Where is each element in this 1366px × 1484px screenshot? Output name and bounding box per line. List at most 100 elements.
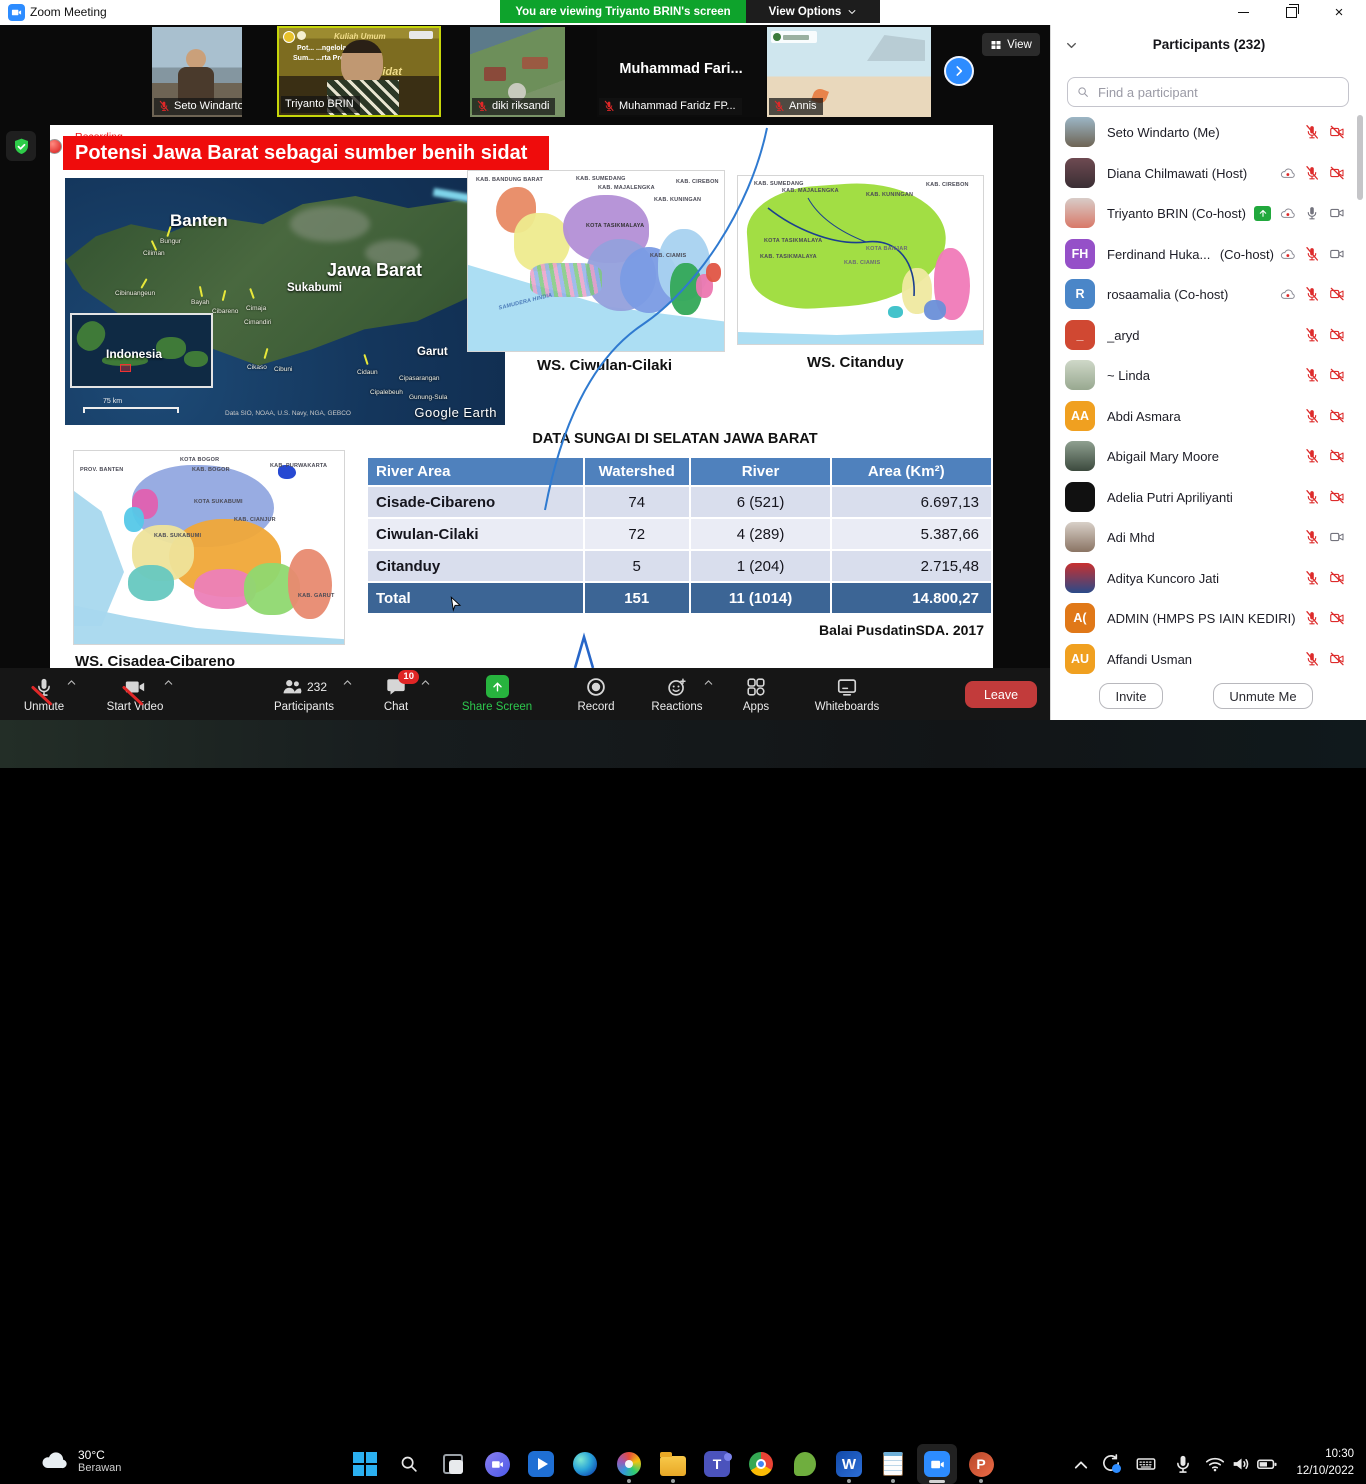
taskbar-icon-zoom-chat[interactable]: [477, 1444, 517, 1484]
search-input[interactable]: [1096, 84, 1340, 101]
tray-battery-icon[interactable]: [1256, 1453, 1278, 1475]
window-title: Zoom Meeting: [30, 5, 107, 19]
participant-row[interactable]: Adi Mhd: [1051, 517, 1359, 557]
taskbar-icon-chrome[interactable]: [741, 1444, 781, 1484]
search-box[interactable]: [1067, 77, 1349, 107]
tray-keyboard-icon[interactable]: [1135, 1453, 1157, 1475]
tray-chevron-up-icon[interactable]: [1072, 1456, 1090, 1474]
invite-button[interactable]: Invite: [1099, 683, 1163, 709]
video-off-icon: [1329, 124, 1345, 140]
taskbar-icon-zoom-active[interactable]: [917, 1444, 957, 1484]
minimize-button[interactable]: [1223, 3, 1263, 22]
record-button[interactable]: Record: [552, 668, 640, 720]
taskbar-icon-powerpoint[interactable]: P: [961, 1444, 1001, 1484]
taskbar-icon-edge[interactable]: [565, 1444, 605, 1484]
ws1-caption: WS. Ciwulan-Cilaki: [537, 357, 672, 374]
close-button[interactable]: ×: [1319, 3, 1359, 22]
camera-off-icon: [124, 676, 146, 698]
taskbar-icon-teams[interactable]: T: [697, 1444, 737, 1484]
taskbar-icon-word[interactable]: W: [829, 1444, 869, 1484]
participant-row[interactable]: A( ADMIN (HMPS PS IAIN KEDIRI): [1051, 598, 1359, 638]
tile-name-label: Muhammad Faridz FP...: [599, 98, 742, 115]
share-screen-button[interactable]: Share Screen: [451, 668, 543, 720]
view-options-button[interactable]: View Options: [746, 0, 880, 23]
tray-wifi-icon[interactable]: [1204, 1453, 1226, 1475]
map-label: KAB. MAJALENGKA: [782, 188, 839, 194]
restore-button[interactable]: [1271, 3, 1311, 22]
avatar: AA: [1065, 401, 1095, 431]
participant-row[interactable]: AU Affandi Usman: [1051, 639, 1359, 679]
river-label: Bungur: [160, 238, 181, 245]
chevron-up-icon[interactable]: [163, 677, 174, 688]
view-layout-button[interactable]: View: [982, 33, 1040, 56]
view-label: View: [1007, 39, 1032, 51]
participants-button[interactable]: 232 Participants: [248, 668, 360, 720]
river-data-table: River Area Watershed River Area (Km²) Ci…: [366, 456, 993, 615]
tray-microphone-icon[interactable]: [1172, 1453, 1194, 1475]
participant-row[interactable]: ~ Linda: [1051, 355, 1359, 395]
taskbar-icon-coreldraw[interactable]: [785, 1444, 825, 1484]
avatar: [1065, 158, 1095, 188]
clock[interactable]: 10:30 12/10/2022: [1296, 1446, 1354, 1481]
map-label: Indonesia: [106, 347, 162, 361]
video-tile-muhammad[interactable]: Muhammad Fari... Muhammad Faridz FP...: [597, 27, 765, 117]
participant-row[interactable]: Abigail Mary Moore: [1051, 436, 1359, 476]
map-label: KAB. SUMEDANG: [754, 181, 804, 187]
participant-row[interactable]: AA Abdi Asmara: [1051, 396, 1359, 436]
taskbar-icon-search[interactable]: [389, 1444, 429, 1484]
table-row: Citanduy 5 1 (204) 2.715,48: [368, 551, 991, 581]
participant-row[interactable]: Seto Windarto (Me): [1051, 112, 1359, 152]
mic-muted-icon: [1304, 651, 1320, 667]
unmute-button[interactable]: Unmute: [0, 668, 88, 720]
video-tile-seto[interactable]: Seto Windarto: [152, 27, 242, 117]
participant-row[interactable]: Triyanto BRIN (Co-host): [1051, 193, 1359, 233]
whiteboards-button[interactable]: Whiteboards: [801, 668, 893, 720]
mic-muted-icon: [603, 100, 615, 112]
map-label: Sukabumi: [287, 282, 342, 294]
taskbar-icon-windows-start[interactable]: [345, 1444, 385, 1484]
taskbar-icon-task-view[interactable]: [433, 1444, 473, 1484]
taskbar-icon-notepad[interactable]: [873, 1444, 913, 1484]
participant-row[interactable]: Aditya Kuncoro Jati: [1051, 558, 1359, 598]
scrollbar[interactable]: [1357, 115, 1363, 200]
next-videos-button[interactable]: [944, 56, 974, 86]
apps-button[interactable]: Apps: [712, 668, 800, 720]
participant-row[interactable]: Diana Chilmawati (Host): [1051, 153, 1359, 193]
col-header: River Area: [368, 458, 583, 485]
leave-button[interactable]: Leave: [965, 681, 1037, 708]
building: [522, 57, 548, 69]
participant-row[interactable]: FH Ferdinand Huka... (Co-host): [1051, 234, 1359, 274]
video-tile-diki[interactable]: diki riksandi: [470, 27, 565, 117]
avatar: [1065, 441, 1095, 471]
video-off-icon: [1329, 408, 1345, 424]
video-on-icon: [1329, 246, 1345, 262]
participants-panel: Participants (232) Seto Windarto (Me) Di…: [1050, 25, 1366, 720]
chat-button[interactable]: 10 Chat: [352, 668, 440, 720]
river-label: Cimandiri: [244, 319, 271, 326]
video-off-icon: [1329, 448, 1345, 464]
participant-row[interactable]: R rosaamalia (Co-host): [1051, 274, 1359, 314]
taskbar-icon-movies-tv[interactable]: [521, 1444, 561, 1484]
video-tile-annis[interactable]: Annis: [767, 27, 931, 117]
map-label: KAB. BANDUNG BARAT: [476, 177, 543, 183]
participant-row[interactable]: Adelia Putri Apriliyanti: [1051, 477, 1359, 517]
security-shield-icon[interactable]: [6, 131, 36, 161]
video-off-icon: [1329, 327, 1345, 343]
video-off-icon: [1329, 286, 1345, 302]
chevron-up-icon[interactable]: [420, 677, 431, 688]
taskbar-icon-paint[interactable]: [609, 1444, 649, 1484]
recording-dot: [50, 139, 62, 154]
tray-sync-icon[interactable]: [1100, 1452, 1124, 1476]
window-titlebar: Zoom Meeting You are viewing Triyanto BR…: [0, 0, 1366, 25]
participant-row[interactable]: _ _aryd: [1051, 315, 1359, 355]
reactions-button[interactable]: Reactions: [633, 668, 721, 720]
tray-volume-icon[interactable]: [1230, 1453, 1252, 1475]
unmute-me-button[interactable]: Unmute Me: [1213, 683, 1313, 709]
mic-muted-icon: [158, 100, 170, 112]
start-video-button[interactable]: Start Video: [89, 668, 181, 720]
col-header: Area (Km²): [832, 458, 991, 485]
video-tile-triyanto-active[interactable]: Kuliah Umum Pot... ...ngelolaan Sum... .…: [277, 26, 441, 117]
chevron-up-icon[interactable]: [66, 677, 77, 688]
weather-widget[interactable]: 30°CBerawan: [40, 1447, 121, 1475]
taskbar-icon-file-explorer[interactable]: [653, 1444, 693, 1484]
